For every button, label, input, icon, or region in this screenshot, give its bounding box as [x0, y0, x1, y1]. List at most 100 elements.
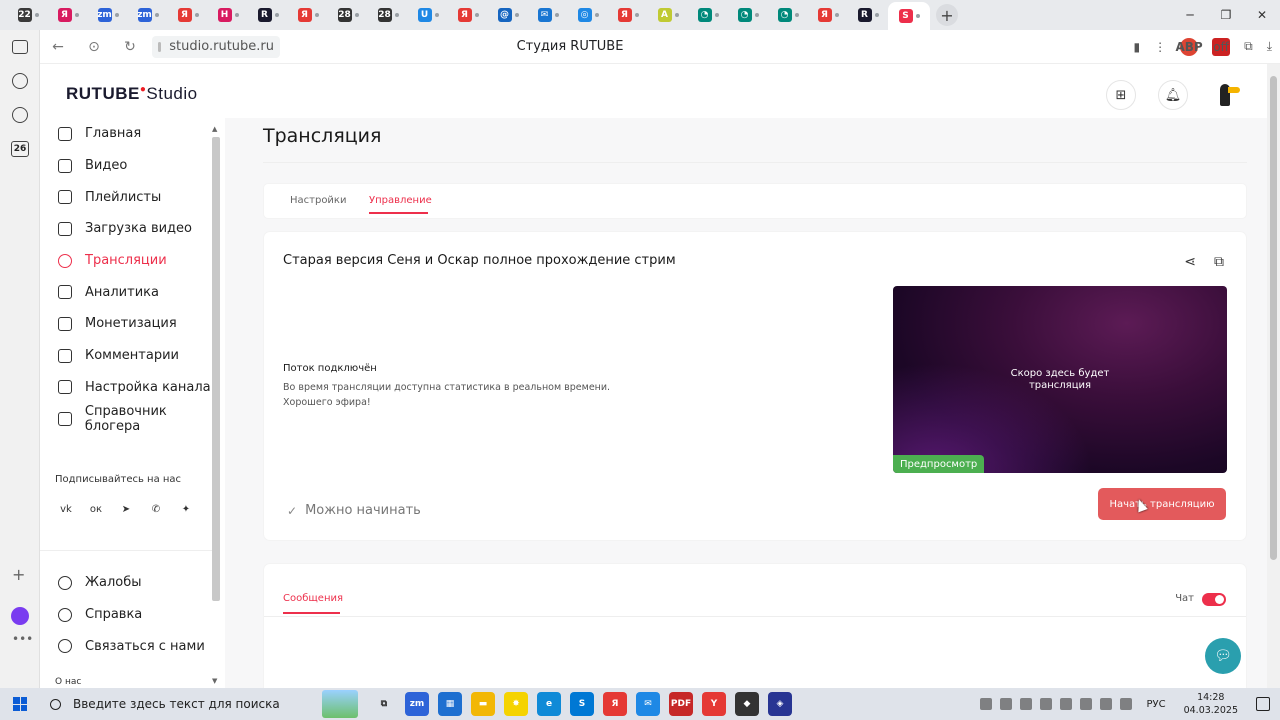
tray-icon[interactable] [980, 698, 993, 710]
menu-dots-icon[interactable]: ⋮ [1154, 40, 1166, 54]
adblock-extension-icon[interactable]: ABP [1176, 37, 1203, 56]
more-dots-icon[interactable]: ••• [12, 632, 33, 646]
stream-preview[interactable]: Скоро здесь будет трансляция Предпросмот… [893, 286, 1227, 473]
browser-tab[interactable]: Я [608, 3, 648, 27]
skype-icon[interactable]: S [570, 692, 594, 716]
mail-icon[interactable]: ✉ [636, 692, 660, 716]
browser-tab[interactable]: 28 [328, 3, 368, 27]
tray-icon[interactable] [1040, 698, 1053, 710]
sidebar-item[interactable]: Жалобы [40, 567, 212, 599]
sidebar-item[interactable]: Настройка канала [40, 372, 225, 404]
tab-management[interactable]: Управление [369, 195, 432, 206]
yandex-protect-icon[interactable]: ⊙ [76, 39, 112, 55]
sidebar-item[interactable]: Справка [40, 599, 212, 631]
url-field[interactable]: studio.rutube.ru [152, 35, 280, 58]
browser-tab[interactable]: U [408, 3, 448, 27]
restore-icon[interactable]: ❐ [1208, 8, 1244, 22]
browser-tab[interactable]: R [848, 3, 888, 27]
browser-tab[interactable]: ◔ [768, 3, 808, 27]
tray-icon[interactable] [1080, 698, 1093, 710]
scroll-up-icon[interactable]: ▲ [212, 125, 217, 133]
extension-puzzle-icon[interactable]: ⧉ [1244, 39, 1253, 54]
explorer-icon[interactable]: ▬ [471, 692, 495, 716]
browser-tab[interactable]: ◔ [728, 3, 768, 27]
rutube-studio-logo[interactable]: RUTUBE●Studio [66, 84, 198, 104]
browser-tab[interactable]: 22 [8, 3, 48, 27]
browser-tab[interactable]: zm [128, 3, 168, 27]
sidebar-item[interactable]: Видео [40, 150, 225, 182]
browser-tab[interactable]: zm [88, 3, 128, 27]
create-icon[interactable]: ⊞ [1106, 80, 1136, 110]
sidebar-item[interactable]: Трансляции [40, 245, 225, 277]
wifi-icon[interactable] [1100, 698, 1113, 710]
new-tab-button[interactable]: + [936, 4, 958, 26]
chat-toggle[interactable] [1202, 593, 1226, 606]
open-external-icon[interactable]: ⧉ [1214, 254, 1224, 270]
game-icon[interactable]: ◆ [735, 692, 759, 716]
sidebar-item[interactable]: Загрузка видео [40, 213, 225, 245]
browser-tab[interactable]: Я [48, 3, 88, 27]
sidebar-item[interactable]: Связаться с нами [40, 630, 212, 662]
browser-tab[interactable]: A [648, 3, 688, 27]
sidebar-item[interactable]: Монетизация [40, 308, 225, 340]
tab-settings[interactable]: Настройки [290, 195, 346, 206]
tray-icon[interactable] [1000, 698, 1013, 710]
add-panel-icon[interactable]: + [12, 565, 25, 584]
search-highlight-image[interactable] [322, 690, 358, 718]
browser-tab[interactable]: Я [448, 3, 488, 27]
browser-tab[interactable]: ✉ [528, 3, 568, 27]
yandex-market-icon[interactable]: ✸ [504, 692, 528, 716]
taskbar-search[interactable]: Введите здесь текст для поиска [40, 688, 322, 720]
notifications-bell-icon[interactable]: 🔔︎ [1158, 80, 1188, 110]
alice-assistant-icon[interactable] [11, 607, 29, 625]
browser-tab[interactable]: ◔ [688, 3, 728, 27]
edge-icon[interactable]: e [537, 692, 561, 716]
volume-icon[interactable] [1120, 698, 1133, 710]
browser-tab[interactable]: 28 [368, 3, 408, 27]
side-panel-item[interactable] [0, 64, 40, 98]
telegram-icon[interactable]: ➤ [117, 500, 135, 518]
vk-icon[interactable]: vk [57, 500, 75, 518]
tab-messages[interactable]: Сообщения [283, 593, 343, 604]
support-chat-icon[interactable]: 💬︎ [1205, 638, 1241, 674]
scroll-down-icon[interactable]: ▼ [212, 677, 217, 685]
shield-icon[interactable]: ◈ [768, 692, 792, 716]
share-icon[interactable]: ⋖ [1184, 254, 1196, 270]
start-stream-button[interactable]: Начать трансляцию [1098, 488, 1226, 520]
input-language[interactable]: РУС [1146, 699, 1165, 710]
tray-icon[interactable] [1020, 698, 1033, 710]
plus-icon[interactable]: ✦ [177, 500, 195, 518]
browser-tab[interactable]: H [208, 3, 248, 27]
viber-icon[interactable]: ✆ [147, 500, 165, 518]
scrollbar-thumb[interactable] [212, 137, 220, 601]
zoom-icon[interactable]: zm [405, 692, 429, 716]
back-icon[interactable]: ← [40, 39, 76, 55]
start-button[interactable] [0, 688, 40, 720]
sidebar-scrollbar[interactable]: ▲ ▼ [211, 125, 221, 685]
yandex-icon[interactable]: Y [702, 692, 726, 716]
browser-tab[interactable]: R [248, 3, 288, 27]
pdf-icon[interactable]: PDF [669, 692, 693, 716]
reload-icon[interactable]: ↻ [112, 39, 148, 55]
extension-off-icon[interactable]: off [1212, 37, 1231, 56]
minimize-icon[interactable]: ─ [1172, 8, 1208, 22]
clock[interactable]: 14:28 04.03.2025 [1184, 691, 1238, 717]
download-icon[interactable]: ⤓ [1267, 39, 1272, 54]
store-icon[interactable]: ▦ [438, 692, 462, 716]
notification-center-icon[interactable] [1256, 697, 1270, 711]
browser-tab[interactable]: @ [488, 3, 528, 27]
page-scrollbar[interactable] [1267, 64, 1280, 688]
bookmark-icon[interactable]: ▮ [1134, 40, 1141, 54]
browser-tab[interactable]: Я [808, 3, 848, 27]
side-panel-item[interactable]: 26 [0, 132, 40, 166]
sidebar-item[interactable]: Главная [40, 118, 225, 150]
close-icon[interactable]: ✕ [1244, 8, 1280, 22]
browser-tab[interactable]: S [888, 2, 930, 30]
sidebar-item[interactable]: Аналитика [40, 276, 225, 308]
side-panel-item[interactable] [0, 30, 40, 64]
browser-tab[interactable]: Я [288, 3, 328, 27]
browser-tab[interactable]: ◎ [568, 3, 608, 27]
avatar[interactable] [1210, 80, 1240, 110]
side-panel-item[interactable] [0, 98, 40, 132]
task-view-icon[interactable]: ⧉ [372, 692, 396, 716]
